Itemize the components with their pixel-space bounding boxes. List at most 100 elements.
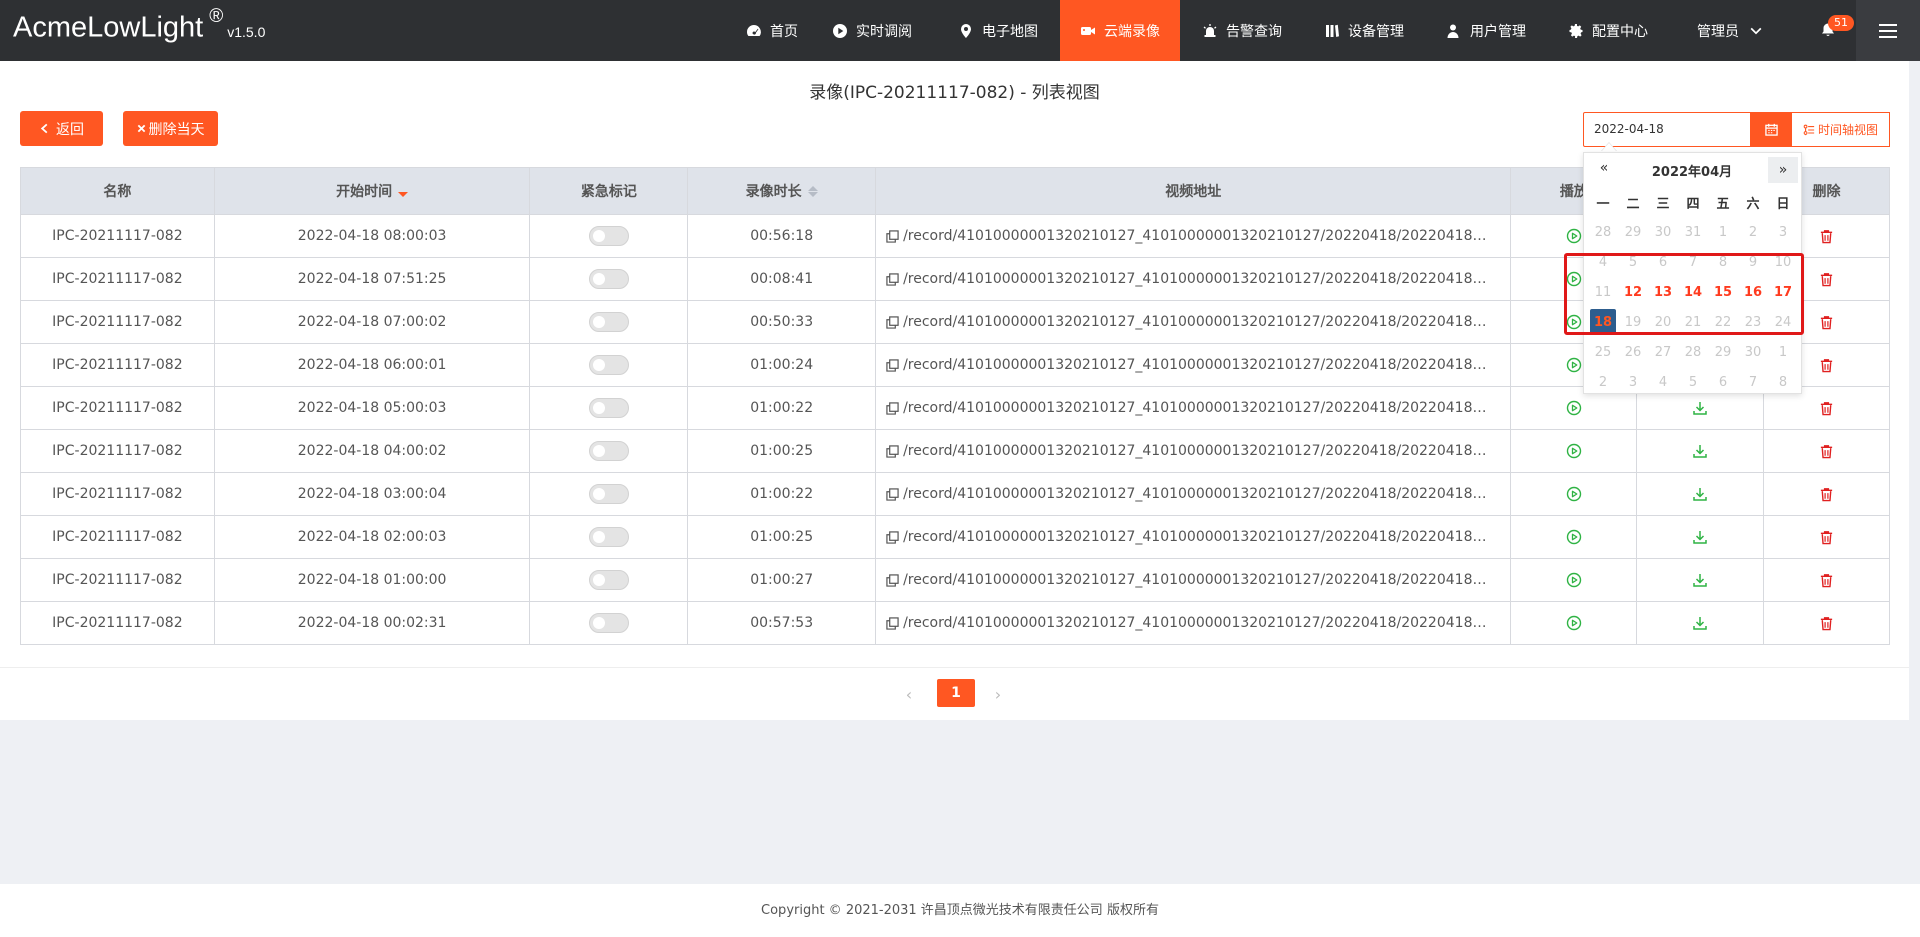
date-picker-title[interactable]: 2022年04月: [1624, 161, 1760, 180]
download-icon[interactable]: [1692, 400, 1708, 416]
nav-item-map[interactable]: 电子地图: [948, 0, 1048, 61]
calendar-day[interactable]: 30: [1648, 217, 1678, 247]
calendar-day[interactable]: 29: [1708, 337, 1738, 367]
back-button[interactable]: 返回: [20, 111, 103, 146]
trash-icon[interactable]: [1819, 401, 1834, 416]
calendar-day[interactable]: 8: [1768, 367, 1798, 397]
header-duration[interactable]: 录像时长: [688, 168, 877, 214]
trash-icon[interactable]: [1819, 616, 1834, 631]
urgent-toggle[interactable]: [588, 484, 629, 504]
calendar-day[interactable]: 14: [1678, 277, 1708, 307]
calendar-day[interactable]: 28: [1678, 337, 1708, 367]
sort-icon[interactable]: [807, 185, 818, 197]
trash-icon[interactable]: [1819, 315, 1834, 330]
calendar-day[interactable]: 10: [1768, 247, 1798, 277]
calendar-day[interactable]: 11: [1588, 277, 1618, 307]
urgent-toggle[interactable]: [588, 441, 629, 461]
nav-item-users[interactable]: 用户管理: [1436, 0, 1536, 61]
urgent-toggle[interactable]: [588, 355, 629, 375]
trash-icon[interactable]: [1819, 272, 1834, 287]
calendar-day[interactable]: 7: [1738, 367, 1768, 397]
calendar-day[interactable]: 1: [1708, 217, 1738, 247]
calendar-day[interactable]: 22: [1708, 307, 1738, 337]
copy-icon[interactable]: [886, 229, 899, 243]
play-icon[interactable]: [1566, 271, 1582, 287]
play-icon[interactable]: [1566, 486, 1582, 502]
calendar-day[interactable]: 12: [1618, 277, 1648, 307]
calendar-day[interactable]: 25: [1588, 337, 1618, 367]
next-month-button[interactable]: »: [1768, 157, 1798, 183]
play-icon[interactable]: [1566, 443, 1582, 459]
urgent-toggle[interactable]: [588, 527, 629, 547]
calendar-day[interactable]: 27: [1648, 337, 1678, 367]
calendar-day[interactable]: 29: [1618, 217, 1648, 247]
nav-item-cloud-recording[interactable]: 云端录像: [1060, 0, 1180, 61]
trash-icon[interactable]: [1819, 444, 1834, 459]
calendar-day[interactable]: 8: [1708, 247, 1738, 277]
calendar-day[interactable]: 23: [1738, 307, 1768, 337]
calendar-day[interactable]: 7: [1678, 247, 1708, 277]
header-start-time[interactable]: 开始时间: [215, 168, 531, 214]
trash-icon[interactable]: [1819, 487, 1834, 502]
hamburger-menu-button[interactable]: [1856, 0, 1920, 61]
calendar-day[interactable]: 6: [1648, 247, 1678, 277]
calendar-day[interactable]: 1: [1768, 337, 1798, 367]
calendar-day[interactable]: 6: [1708, 367, 1738, 397]
trash-icon[interactable]: [1819, 573, 1834, 588]
play-icon[interactable]: [1566, 572, 1582, 588]
sort-desc-icon[interactable]: [398, 186, 409, 197]
urgent-toggle[interactable]: [588, 570, 629, 590]
play-icon[interactable]: [1566, 529, 1582, 545]
calendar-day[interactable]: 17: [1768, 277, 1798, 307]
calendar-day[interactable]: 5: [1678, 367, 1708, 397]
nav-item-devices[interactable]: 设备管理: [1314, 0, 1414, 61]
download-icon[interactable]: [1692, 615, 1708, 631]
calendar-day[interactable]: 21: [1678, 307, 1708, 337]
download-icon[interactable]: [1692, 443, 1708, 459]
calendar-day[interactable]: 19: [1618, 307, 1648, 337]
calendar-day[interactable]: 28: [1588, 217, 1618, 247]
play-icon[interactable]: [1566, 357, 1582, 373]
copy-icon[interactable]: [886, 530, 899, 544]
trash-icon[interactable]: [1819, 358, 1834, 373]
timeline-view-button[interactable]: 时间轴视图: [1791, 112, 1890, 147]
calendar-day[interactable]: 20: [1648, 307, 1678, 337]
copy-icon[interactable]: [886, 272, 899, 286]
copy-icon[interactable]: [886, 573, 899, 587]
play-icon[interactable]: [1566, 400, 1582, 416]
calendar-day[interactable]: 26: [1618, 337, 1648, 367]
date-input[interactable]: 2022-04-18: [1583, 112, 1751, 147]
play-icon[interactable]: [1566, 228, 1582, 244]
user-menu[interactable]: 管理员: [1680, 0, 1780, 61]
trash-icon[interactable]: [1819, 229, 1834, 244]
calendar-day[interactable]: 18: [1590, 309, 1616, 335]
page-number-current[interactable]: 1: [937, 679, 975, 707]
calendar-day[interactable]: 13: [1648, 277, 1678, 307]
nav-item-live[interactable]: 实时调阅: [822, 0, 922, 61]
trash-icon[interactable]: [1819, 530, 1834, 545]
download-icon[interactable]: [1692, 572, 1708, 588]
download-icon[interactable]: [1692, 486, 1708, 502]
calendar-day[interactable]: 24: [1768, 307, 1798, 337]
urgent-toggle[interactable]: [588, 226, 629, 246]
calendar-day[interactable]: 2: [1738, 217, 1768, 247]
nav-item-home[interactable]: 首页: [732, 0, 812, 61]
calendar-day[interactable]: 30: [1738, 337, 1768, 367]
calendar-day[interactable]: 9: [1738, 247, 1768, 277]
calendar-button[interactable]: [1751, 112, 1791, 147]
calendar-day[interactable]: 3: [1618, 367, 1648, 397]
copy-icon[interactable]: [886, 401, 899, 415]
delete-day-button[interactable]: 删除当天: [123, 111, 218, 146]
calendar-day[interactable]: 3: [1768, 217, 1798, 247]
calendar-day[interactable]: 16: [1738, 277, 1768, 307]
urgent-toggle[interactable]: [588, 613, 629, 633]
calendar-day[interactable]: 5: [1618, 247, 1648, 277]
calendar-day[interactable]: 4: [1588, 247, 1618, 277]
copy-icon[interactable]: [886, 616, 899, 630]
brand-logo[interactable]: AcmeLowLight ®v1.5.0: [13, 6, 265, 45]
calendar-day[interactable]: 4: [1648, 367, 1678, 397]
copy-icon[interactable]: [886, 315, 899, 329]
nav-item-alarm[interactable]: 告警查询: [1192, 0, 1292, 61]
play-icon[interactable]: [1566, 314, 1582, 330]
calendar-day[interactable]: 2: [1588, 367, 1618, 397]
